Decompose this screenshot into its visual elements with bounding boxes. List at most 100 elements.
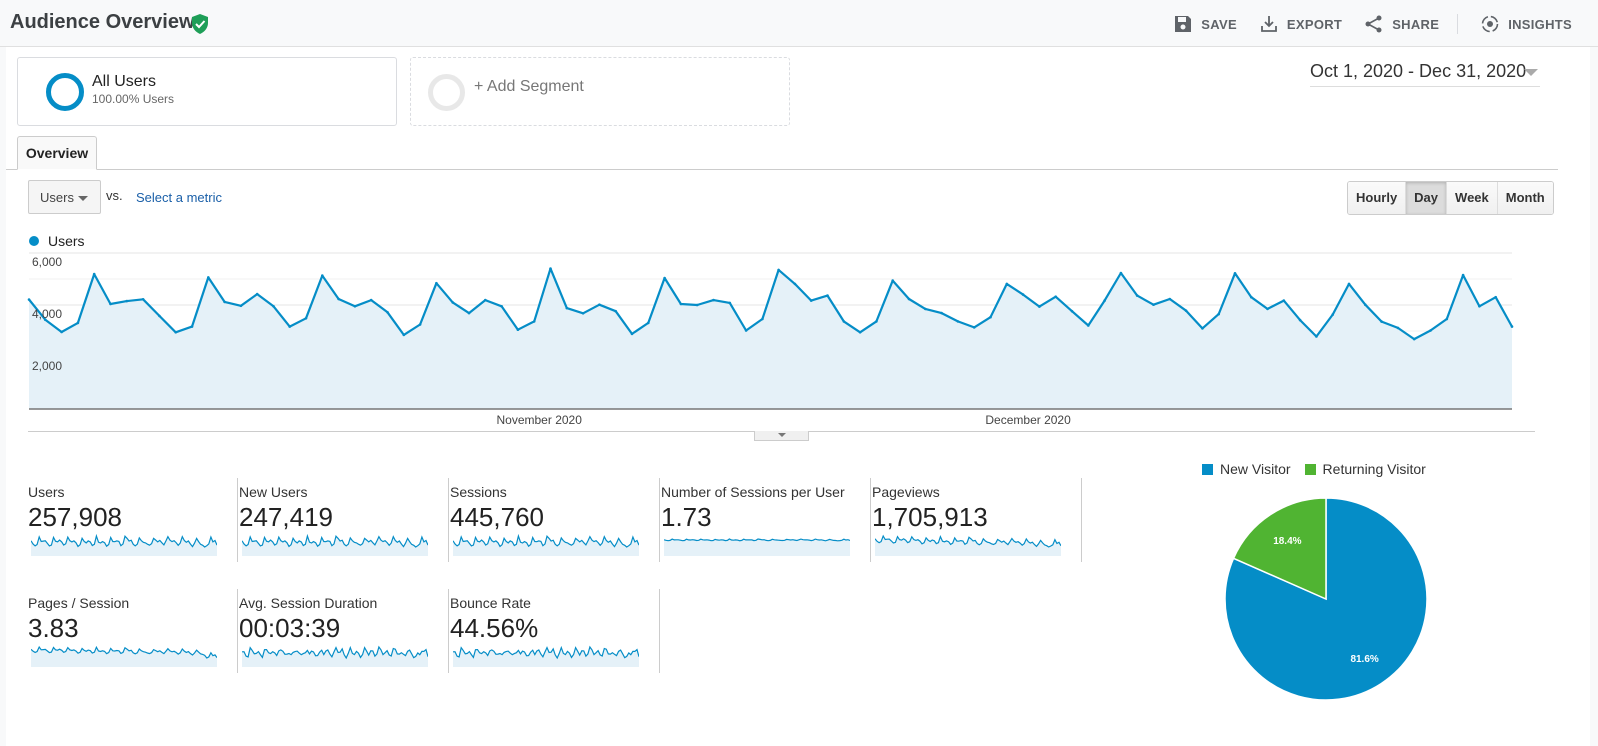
metric-card[interactable]: Number of Sessions per User 1.73 bbox=[661, 478, 871, 578]
data-point[interactable] bbox=[744, 329, 748, 332]
data-point[interactable] bbox=[239, 304, 243, 308]
data-point[interactable] bbox=[875, 320, 878, 323]
data-point[interactable] bbox=[125, 299, 129, 303]
data-point[interactable] bbox=[1347, 282, 1351, 286]
data-point[interactable] bbox=[304, 317, 308, 320]
data-point[interactable] bbox=[940, 311, 943, 315]
data-point[interactable] bbox=[500, 305, 503, 308]
insights-button[interactable]: INSIGHTS bbox=[1480, 14, 1572, 34]
data-point[interactable] bbox=[907, 297, 911, 301]
data-point[interactable] bbox=[467, 311, 471, 315]
data-point[interactable] bbox=[1070, 309, 1074, 313]
data-point[interactable] bbox=[92, 272, 96, 276]
granularity-week-button[interactable]: Week bbox=[1446, 182, 1497, 214]
data-point[interactable] bbox=[647, 321, 650, 325]
data-point[interactable] bbox=[288, 325, 292, 328]
data-point[interactable] bbox=[484, 298, 487, 302]
data-point[interactable] bbox=[1298, 318, 1302, 322]
data-point[interactable] bbox=[663, 276, 666, 280]
add-segment-button[interactable]: + Add Segment bbox=[410, 57, 790, 126]
metric-card[interactable]: Users 257,908 bbox=[28, 478, 238, 578]
data-point[interactable] bbox=[614, 309, 617, 313]
data-point[interactable] bbox=[1152, 303, 1155, 306]
data-point[interactable] bbox=[1005, 282, 1009, 286]
granularity-month-button[interactable]: Month bbox=[1496, 182, 1553, 214]
segment-all-users[interactable]: All Users 100.00% Users bbox=[17, 57, 397, 126]
data-point[interactable] bbox=[76, 321, 80, 325]
data-point[interactable] bbox=[369, 298, 373, 302]
data-point[interactable] bbox=[1315, 335, 1318, 338]
granularity-day-button[interactable]: Day bbox=[1405, 182, 1447, 214]
metric-card[interactable]: New Users 247,419 bbox=[239, 478, 449, 578]
share-button[interactable]: SHARE bbox=[1364, 14, 1439, 34]
data-point[interactable] bbox=[809, 299, 813, 302]
data-point[interactable] bbox=[532, 320, 536, 323]
data-point[interactable] bbox=[777, 268, 780, 272]
data-point[interactable] bbox=[60, 330, 63, 334]
data-point[interactable] bbox=[1445, 317, 1449, 321]
data-point[interactable] bbox=[321, 274, 324, 277]
data-point[interactable] bbox=[1478, 305, 1481, 308]
data-point[interactable] bbox=[1510, 325, 1514, 328]
data-point[interactable] bbox=[435, 281, 438, 285]
data-point[interactable] bbox=[1429, 329, 1432, 332]
metric-card[interactable]: Avg. Session Duration 00:03:39 bbox=[239, 589, 449, 689]
metric-card[interactable]: Bounce Rate 44.56% bbox=[450, 589, 660, 689]
metric-dropdown[interactable]: Users bbox=[28, 180, 101, 214]
data-point[interactable] bbox=[1364, 303, 1367, 306]
data-point[interactable] bbox=[891, 279, 894, 282]
select-metric-link[interactable]: Select a metric bbox=[136, 190, 222, 205]
data-point[interactable] bbox=[826, 294, 829, 297]
data-point[interactable] bbox=[1201, 327, 1204, 330]
data-point[interactable] bbox=[1184, 309, 1188, 312]
data-point[interactable] bbox=[761, 317, 764, 321]
data-point[interactable] bbox=[1396, 326, 1400, 330]
data-point[interactable] bbox=[1266, 307, 1269, 311]
data-point[interactable] bbox=[924, 307, 927, 311]
data-point[interactable] bbox=[337, 297, 340, 301]
metric-card[interactable]: Pages / Session 3.83 bbox=[28, 589, 238, 689]
granularity-hourly-button[interactable]: Hourly bbox=[1348, 182, 1406, 214]
date-range-picker[interactable]: Oct 1, 2020 - Dec 31, 2020 bbox=[1310, 61, 1540, 87]
metric-card[interactable]: Pageviews 1,705,913 bbox=[872, 478, 1082, 578]
data-point[interactable] bbox=[1282, 299, 1286, 302]
data-point[interactable] bbox=[695, 303, 699, 307]
data-point[interactable] bbox=[630, 332, 634, 336]
export-button[interactable]: EXPORT bbox=[1259, 14, 1342, 34]
data-point[interactable] bbox=[1412, 337, 1416, 341]
data-point[interactable] bbox=[451, 301, 455, 304]
data-point[interactable] bbox=[223, 300, 226, 304]
data-point[interactable] bbox=[158, 314, 161, 318]
data-point[interactable] bbox=[679, 302, 683, 306]
data-point[interactable] bbox=[1494, 295, 1497, 299]
data-point[interactable] bbox=[141, 298, 145, 301]
data-point[interactable] bbox=[598, 303, 601, 306]
metric-card[interactable]: Sessions 445,760 bbox=[450, 478, 660, 578]
data-point[interactable] bbox=[418, 323, 422, 326]
data-point[interactable] bbox=[272, 305, 275, 308]
data-point[interactable] bbox=[1217, 312, 1220, 316]
data-point[interactable] bbox=[793, 282, 797, 286]
data-point[interactable] bbox=[1135, 294, 1139, 297]
data-point[interactable] bbox=[386, 311, 389, 314]
collapse-chart-handle[interactable] bbox=[754, 431, 809, 441]
data-point[interactable] bbox=[402, 333, 406, 337]
data-point[interactable] bbox=[190, 325, 194, 328]
data-point[interactable] bbox=[1461, 273, 1465, 277]
data-point[interactable] bbox=[712, 298, 715, 302]
data-point[interactable] bbox=[27, 298, 31, 301]
data-point[interactable] bbox=[174, 331, 177, 334]
data-point[interactable] bbox=[565, 306, 569, 310]
data-point[interactable] bbox=[255, 292, 259, 296]
data-point[interactable] bbox=[728, 301, 732, 305]
save-button[interactable]: SAVE bbox=[1173, 14, 1237, 34]
tab-overview[interactable]: Overview bbox=[17, 136, 97, 170]
data-point[interactable] bbox=[956, 320, 960, 323]
data-point[interactable] bbox=[1250, 295, 1253, 299]
data-point[interactable] bbox=[1038, 305, 1041, 308]
data-point[interactable] bbox=[989, 315, 992, 319]
data-point[interactable] bbox=[207, 276, 210, 279]
data-point[interactable] bbox=[516, 328, 520, 331]
data-point[interactable] bbox=[1103, 299, 1106, 302]
data-point[interactable] bbox=[858, 331, 862, 334]
